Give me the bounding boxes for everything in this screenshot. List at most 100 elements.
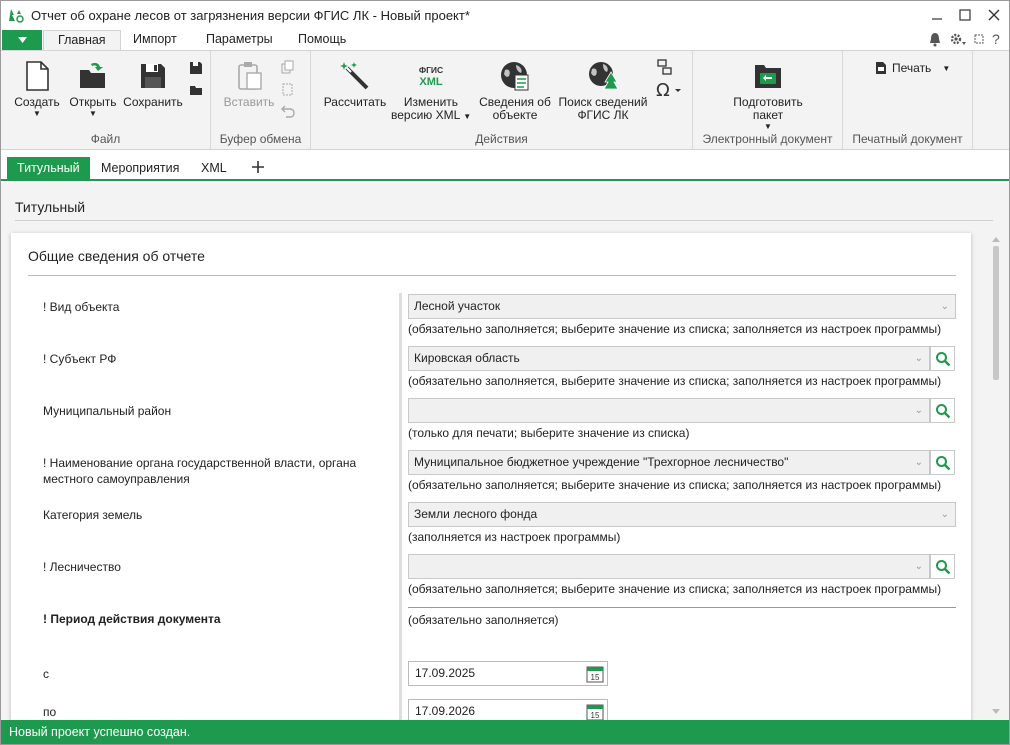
tab-help[interactable]: Помощь bbox=[284, 30, 360, 50]
authority-name-search-button[interactable] bbox=[930, 450, 955, 475]
title-bar: Отчет об охране лесов от загрязнения вер… bbox=[1, 1, 1009, 30]
bell-icon[interactable] bbox=[927, 31, 943, 47]
help-icon[interactable]: ? bbox=[991, 31, 1003, 47]
app-window: Отчет об охране лесов от загрязнения вер… bbox=[0, 0, 1010, 745]
menu-bar: Главная Импорт Параметры Помощь ? bbox=[1, 30, 1009, 51]
object-info-button[interactable]: Сведения об объекте bbox=[475, 60, 555, 122]
land-category-label: Категория земель bbox=[43, 508, 143, 522]
subject-rf-search-button[interactable] bbox=[930, 346, 955, 371]
group-label-actions: Действия bbox=[475, 132, 528, 146]
period-hint: (обязательно заполняется) bbox=[408, 613, 559, 627]
tab-import[interactable]: Импорт bbox=[119, 30, 191, 50]
land-category-select[interactable]: Земли лесного фонда ⌄ bbox=[408, 502, 956, 527]
open-folder-small-icon[interactable] bbox=[189, 83, 203, 97]
save-button[interactable]: Сохранить bbox=[121, 60, 185, 109]
print-button[interactable]: Печать ▼ bbox=[875, 61, 950, 75]
authority-name-select[interactable]: Муниципальное бюджетное учреждение "Трех… bbox=[408, 450, 930, 475]
tab-parameters[interactable]: Параметры bbox=[192, 30, 287, 50]
settings-icon[interactable] bbox=[949, 31, 967, 47]
doctab-title[interactable]: Титульный bbox=[7, 157, 90, 179]
group-clipboard: Вставить Буфер обмена bbox=[211, 51, 311, 149]
paste-button[interactable]: Вставить bbox=[223, 60, 275, 109]
svg-text:?: ? bbox=[992, 31, 1000, 47]
printer-document-icon bbox=[876, 62, 886, 74]
document-tabs: Титульный Мероприятия XML bbox=[1, 151, 1009, 181]
save-disk-icon bbox=[141, 64, 165, 88]
save-as-icon[interactable] bbox=[189, 61, 203, 75]
status-bar: Новый проект успешно создан. bbox=[1, 720, 1009, 744]
open-folder-icon bbox=[80, 63, 105, 88]
svg-text:Ω: Ω bbox=[656, 81, 670, 99]
object-type-label: ! Вид объекта bbox=[43, 300, 120, 314]
fgis-search-button[interactable]: Поиск сведений ФГИС ЛК bbox=[555, 60, 651, 122]
add-tab-icon[interactable] bbox=[251, 160, 265, 174]
divider bbox=[15, 220, 993, 221]
period-label: ! Период действия документа bbox=[43, 612, 221, 626]
group-actions: Рассчитать ФГИС XML Изменить версию XML … bbox=[311, 51, 693, 149]
magic-wand-icon bbox=[340, 62, 369, 90]
chevron-down-icon: ⌄ bbox=[914, 353, 923, 364]
subject-rf-hint: (обязательно заполняется, выберите значе… bbox=[408, 374, 942, 388]
group-edoc: Подготовить пакет ▼ Электронный документ bbox=[693, 51, 843, 149]
chevron-down-icon: ⌄ bbox=[940, 509, 949, 520]
collapse-ribbon-icon[interactable] bbox=[973, 33, 985, 45]
file-menu-button[interactable] bbox=[2, 30, 42, 50]
doctab-xml[interactable]: XML bbox=[191, 157, 237, 179]
undo-icon[interactable] bbox=[281, 104, 295, 118]
calendar-icon[interactable]: 15 bbox=[586, 664, 604, 683]
search-icon bbox=[935, 455, 950, 470]
minimize-button[interactable] bbox=[925, 4, 949, 26]
open-button[interactable]: Открыть ▼ bbox=[65, 60, 121, 118]
maximize-icon bbox=[959, 9, 971, 21]
window-title: Отчет об охране лесов от загрязнения вер… bbox=[31, 8, 470, 23]
municipal-district-label: Муниципальный район bbox=[43, 404, 172, 418]
vertical-scrollbar[interactable] bbox=[989, 233, 1003, 720]
create-button[interactable]: Создать ▼ bbox=[11, 60, 63, 118]
municipal-district-select[interactable]: ⌄ bbox=[408, 398, 930, 423]
period-from-date-input[interactable]: 17.09.2025 15 bbox=[408, 661, 608, 686]
fgis-xml-icon: ФГИС XML bbox=[419, 65, 443, 88]
search-icon bbox=[935, 559, 950, 574]
group-print: Печать ▼ Печатный документ bbox=[843, 51, 973, 149]
copy-format-icon[interactable] bbox=[281, 82, 295, 96]
period-from-label: с bbox=[43, 667, 49, 681]
section-title: Титульный bbox=[15, 199, 86, 215]
svg-text:15: 15 bbox=[591, 711, 600, 720]
group-label-file: Файл bbox=[90, 132, 121, 146]
tab-main[interactable]: Главная bbox=[43, 30, 121, 51]
land-category-hint: (заполняется из настроек программы) bbox=[408, 530, 621, 544]
calculate-button[interactable]: Рассчитать bbox=[321, 60, 389, 109]
object-type-hint: (обязательно заполняется; выберите значе… bbox=[408, 322, 942, 336]
authority-name-hint: (обязательно заполняется; выберите значе… bbox=[408, 478, 942, 492]
subject-rf-label: ! Субъект РФ bbox=[43, 352, 117, 366]
object-type-select[interactable]: Лесной участок ⌄ bbox=[408, 294, 956, 319]
new-document-icon bbox=[26, 61, 49, 91]
search-icon bbox=[935, 403, 950, 418]
authority-name-label: ! Наименование органа государственной вл… bbox=[43, 456, 357, 486]
scrollbar-track bbox=[992, 237, 1000, 714]
omega-symbol-icon[interactable]: Ω bbox=[655, 81, 685, 99]
windows-icon[interactable] bbox=[657, 59, 673, 75]
group-label-edoc: Электронный документ bbox=[702, 132, 833, 146]
forestry-hint: (обязательно заполняется; выберите значе… bbox=[408, 582, 942, 596]
prepare-package-button[interactable]: Подготовить пакет ▼ bbox=[723, 60, 813, 131]
chevron-down-icon: ⌄ bbox=[914, 457, 923, 468]
copy-icon[interactable] bbox=[281, 60, 295, 74]
close-button[interactable] bbox=[982, 4, 1006, 26]
package-folder-icon bbox=[755, 65, 781, 88]
forestry-search-button[interactable] bbox=[930, 554, 955, 579]
change-xml-version-button[interactable]: ФГИС XML Изменить версию XML ▼ bbox=[391, 60, 471, 123]
minimize-icon bbox=[932, 18, 942, 20]
doctab-events[interactable]: Мероприятия bbox=[91, 157, 189, 179]
chevron-down-icon: ⌄ bbox=[914, 405, 923, 416]
calendar-icon[interactable]: 15 bbox=[586, 702, 604, 721]
divider bbox=[408, 607, 956, 608]
dropdown-arrow-icon bbox=[17, 37, 27, 43]
maximize-button[interactable] bbox=[953, 4, 977, 26]
forestry-select[interactable]: ⌄ bbox=[408, 554, 930, 579]
ribbon: Создать ▼ Открыть ▼ Сохранить Файл Встав… bbox=[1, 50, 1009, 150]
municipal-district-hint: (только для печати; выберите значение из… bbox=[408, 426, 690, 440]
municipal-district-search-button[interactable] bbox=[930, 398, 955, 423]
divider bbox=[28, 275, 956, 276]
subject-rf-select[interactable]: Кировская область ⌄ bbox=[408, 346, 930, 371]
